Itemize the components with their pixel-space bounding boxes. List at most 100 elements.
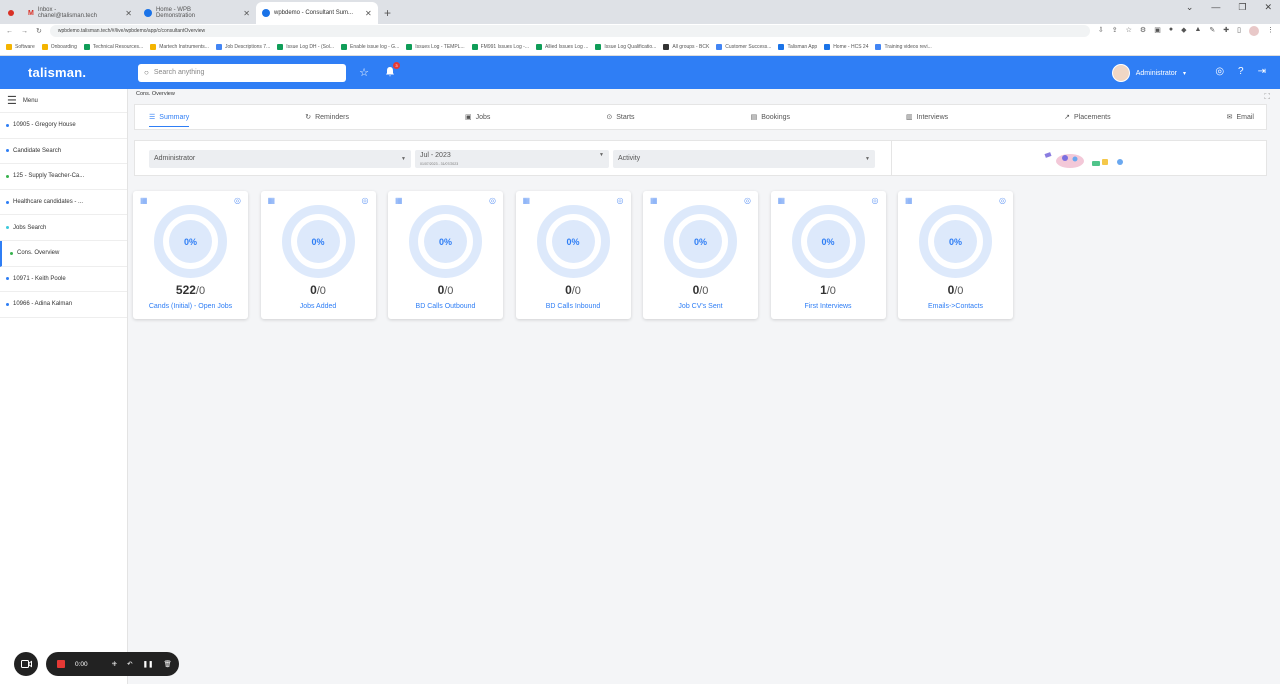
target-icon[interactable]: ◎ bbox=[999, 196, 1006, 205]
kpi-label[interactable]: BD Calls Outbound bbox=[388, 303, 503, 310]
target-icon[interactable]: ◎ bbox=[234, 196, 241, 205]
bookmark-item[interactable]: Talisman App bbox=[778, 43, 817, 50]
tab-interviews[interactable]: ▥ Interviews bbox=[906, 104, 948, 130]
target-icon[interactable]: ◎ bbox=[489, 196, 496, 205]
table-icon[interactable]: ▦ bbox=[523, 196, 531, 205]
camera-icon[interactable] bbox=[14, 652, 38, 676]
bookmark-item[interactable]: Enable issue log - G... bbox=[341, 43, 399, 50]
kpi-card[interactable]: ▦ ◎ 0% 0/0 BD Calls Outbound bbox=[388, 191, 503, 319]
close-icon[interactable]: ✕ bbox=[243, 9, 250, 18]
trash-icon[interactable]: 🗑 bbox=[163, 660, 171, 668]
forward-icon[interactable]: → bbox=[21, 28, 28, 35]
bookmark-item[interactable]: Martech Instruments... bbox=[150, 43, 209, 50]
browser-tab-home[interactable]: Home - WPB Demonstration ✕ bbox=[138, 2, 256, 24]
kpi-card[interactable]: ▦ ◎ 0% 0/0 Jobs Added bbox=[260, 191, 376, 319]
period-select[interactable]: Jul - 2023 01/07/2023 - 31/07/2023 ▼ bbox=[415, 150, 609, 168]
puzzle-icon[interactable]: ✚ bbox=[1223, 26, 1229, 36]
extension-icon[interactable]: ◆ bbox=[1181, 26, 1186, 36]
tab-summary[interactable]: ☰ Summary bbox=[149, 104, 190, 130]
consultant-select[interactable]: Administrator ▼ bbox=[149, 150, 411, 168]
bookmark-item[interactable]: Issues Log - TEMPL... bbox=[406, 43, 465, 50]
bookmark-item[interactable]: Home - HCS 24 bbox=[824, 43, 868, 50]
table-icon[interactable]: ▦ bbox=[905, 196, 913, 205]
undo-icon[interactable]: ↶ bbox=[127, 660, 132, 668]
favorites-star-icon[interactable]: ☆ bbox=[356, 66, 372, 79]
bookmark-item[interactable]: Software bbox=[6, 43, 35, 50]
kpi-card[interactable]: ▦ ◎ 0% 1/0 First Interviews bbox=[770, 191, 886, 319]
back-icon[interactable]: ← bbox=[6, 28, 13, 35]
reload-icon[interactable]: ↻ bbox=[36, 27, 42, 35]
grid-icon[interactable]: ⁜ bbox=[112, 660, 117, 668]
tab-reminders[interactable]: ↻ Reminders bbox=[305, 104, 349, 130]
sidebar-item-cons-overview[interactable]: Cons. Overview bbox=[0, 240, 127, 267]
table-icon[interactable]: ▦ bbox=[140, 196, 148, 205]
download-icon[interactable]: ⇩ bbox=[1098, 26, 1104, 36]
fullscreen-icon[interactable]: ⛶ bbox=[1264, 92, 1270, 102]
stop-recording-icon[interactable] bbox=[57, 660, 65, 668]
drive-icon[interactable]: ▲ bbox=[1194, 26, 1201, 36]
bookmark-item[interactable]: Technical Resources... bbox=[83, 43, 143, 50]
browser-tab-gmail[interactable]: M Inbox - chanel@talisman.tech ✕ bbox=[22, 2, 138, 24]
close-icon[interactable]: ✕ bbox=[365, 9, 372, 18]
sidebar-item-supply-teacher[interactable]: 125 - Supply Teacher-Ca... bbox=[0, 164, 127, 190]
address-bar[interactable]: wpbdemo.talisman.tech/#/live/wpbdemo/app… bbox=[49, 25, 1090, 37]
notifications-bell-icon[interactable]: 3 bbox=[382, 61, 400, 80]
kpi-label[interactable]: Emails->Contacts bbox=[898, 303, 1013, 310]
sidepanel-icon[interactable]: ▯ bbox=[1237, 26, 1241, 36]
pause-icon[interactable]: ❚❚ bbox=[143, 660, 154, 668]
bookmark-item[interactable]: Training videos revi... bbox=[875, 43, 932, 50]
bookmark-item[interactable]: All groups - BCK bbox=[663, 43, 709, 50]
type-select[interactable]: Activity ▼ bbox=[613, 150, 875, 168]
search-input[interactable]: ○ Search anything bbox=[138, 63, 346, 82]
app-logo[interactable]: talisman. bbox=[0, 65, 128, 80]
extension-icon[interactable]: ⚙ bbox=[1140, 26, 1146, 36]
sidebar-item-healthcare-candidates[interactable]: Healthcare candidates - ... bbox=[0, 190, 127, 216]
bookmark-item[interactable]: Customer Success... bbox=[716, 43, 771, 50]
support-icon[interactable]: ◎ bbox=[1215, 66, 1224, 77]
table-icon[interactable]: ▦ bbox=[778, 196, 786, 205]
kpi-label[interactable]: Job CV's Sent bbox=[643, 303, 758, 310]
tab-placements[interactable]: ↗ Placements bbox=[1064, 104, 1110, 130]
chevron-down-icon[interactable]: ⌄ bbox=[1186, 2, 1194, 13]
tab-email[interactable]: ✉ Email bbox=[1227, 104, 1254, 130]
minimize-icon[interactable]: — bbox=[1211, 2, 1220, 13]
table-icon[interactable]: ▦ bbox=[650, 196, 658, 205]
kpi-card[interactable]: ▦ ◎ 0% 0/0 BD Calls Inbound bbox=[515, 191, 631, 319]
sidebar-item-keith-poole[interactable]: 10971 - Keith Poole bbox=[0, 267, 127, 293]
table-icon[interactable]: ▦ bbox=[395, 196, 403, 205]
share-icon[interactable]: ⇪ bbox=[1112, 26, 1118, 36]
sidebar-item-candidate-search[interactable]: Candidate Search bbox=[0, 139, 127, 165]
kpi-label[interactable]: Cands (Initial) - Open Jobs bbox=[133, 303, 248, 310]
tab-bookings[interactable]: ▤ Bookings bbox=[751, 104, 790, 130]
target-icon[interactable]: ◎ bbox=[744, 196, 751, 205]
star-icon[interactable]: ☆ bbox=[1126, 26, 1132, 36]
kpi-card[interactable]: ▦ ◎ 0% 0/0 Job CV's Sent bbox=[643, 191, 758, 319]
close-icon[interactable]: ✕ bbox=[125, 9, 132, 18]
target-icon[interactable]: ◎ bbox=[872, 196, 879, 205]
tab-jobs[interactable]: ▣ Jobs bbox=[465, 104, 490, 130]
extension-icon[interactable]: ● bbox=[1169, 26, 1173, 36]
maximize-icon[interactable]: ❐ bbox=[1238, 2, 1246, 13]
browser-tab-pinned[interactable] bbox=[0, 2, 22, 24]
sidebar-item-adina-kalman[interactable]: 10966 - Adina Kalman bbox=[0, 292, 127, 318]
new-tab-button[interactable]: + bbox=[378, 2, 397, 24]
logout-icon[interactable]: ⇥ bbox=[1258, 66, 1266, 77]
bookmark-item[interactable]: FM991 Issues Log -... bbox=[471, 43, 529, 50]
sidebar-item-jobs-search[interactable]: Jobs Search bbox=[0, 215, 127, 241]
menu-toggle[interactable]: ☰ Menu bbox=[0, 89, 127, 113]
profile-icon[interactable] bbox=[1249, 26, 1259, 36]
close-icon[interactable]: ✕ bbox=[1264, 2, 1272, 13]
more-icon[interactable]: ⋮ bbox=[1267, 26, 1274, 36]
kpi-label[interactable]: Jobs Added bbox=[261, 303, 376, 310]
extension-icon[interactable]: ▣ bbox=[1154, 26, 1161, 36]
kpi-label[interactable]: BD Calls Inbound bbox=[516, 303, 631, 310]
kpi-card[interactable]: ▦ ◎ 0% 522/0 Cands (Initial) - Open Jobs bbox=[133, 191, 248, 319]
target-icon[interactable]: ◎ bbox=[362, 196, 369, 205]
bookmark-item[interactable]: Allied Issues Log ... bbox=[535, 43, 588, 50]
user-menu[interactable]: Administrator ▾ bbox=[1111, 64, 1186, 82]
kpi-card[interactable]: ▦ ◎ 0% 0/0 Emails->Contacts bbox=[898, 191, 1013, 319]
edit-icon[interactable]: ✎ bbox=[1209, 26, 1215, 36]
sidebar-item-gregory-house[interactable]: 10905 - Gregory House bbox=[0, 113, 127, 139]
bookmark-item[interactable]: Issue Log DH - (Sol... bbox=[277, 43, 334, 50]
table-icon[interactable]: ▦ bbox=[268, 196, 276, 205]
